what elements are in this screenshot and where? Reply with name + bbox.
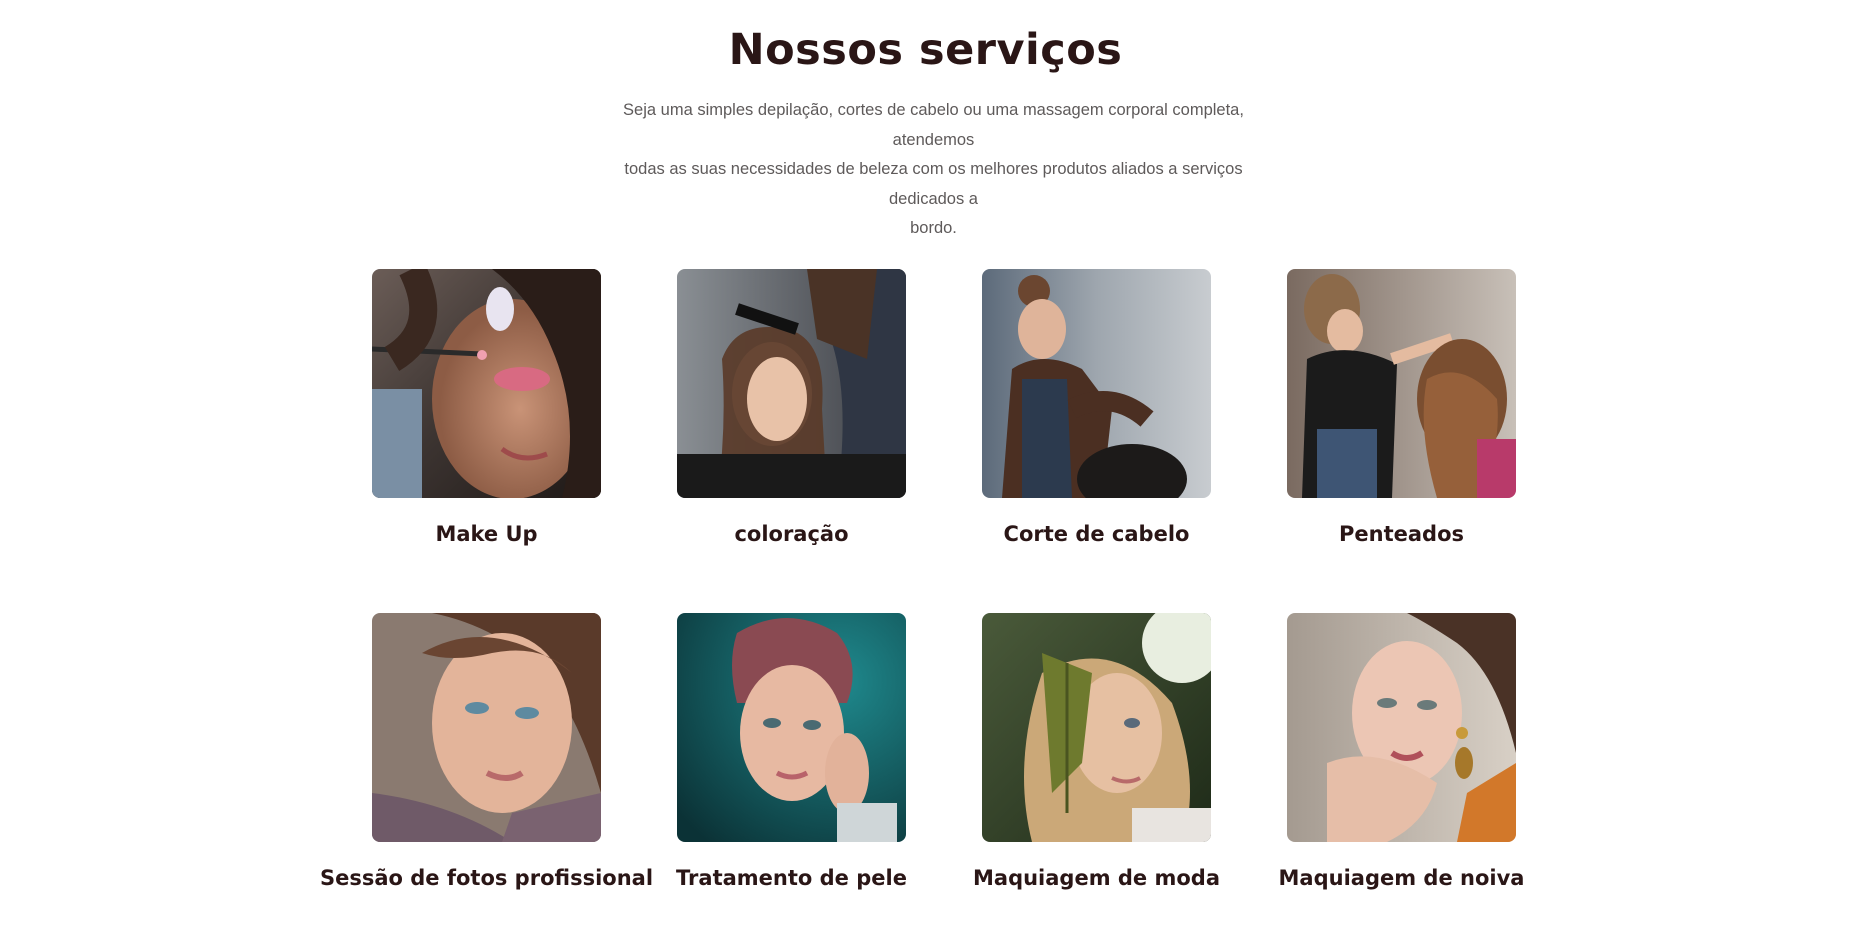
bridal-makeup-photo[interactable] xyxy=(1287,613,1516,842)
service-card-penteados[interactable]: Penteados xyxy=(1287,269,1597,569)
service-label: coloração xyxy=(734,522,849,546)
fashion-makeup-photo[interactable] xyxy=(982,613,1211,842)
skincare-photo[interactable] xyxy=(677,613,906,842)
haircut-photo[interactable] xyxy=(982,269,1211,498)
service-label: Corte de cabelo xyxy=(1003,522,1190,546)
hairstyling-photo[interactable] xyxy=(1287,269,1516,498)
service-card-maquiagem-de-noiva[interactable]: Maquiagem de noiva xyxy=(1279,613,1597,913)
services-grid: Make Up coloração Corte de cabelo Pentea… xyxy=(0,0,1851,950)
makeup-photo[interactable] xyxy=(372,269,601,498)
service-label: Penteados xyxy=(1339,522,1464,546)
service-label: Sessão de fotos profissional xyxy=(319,866,654,890)
service-label: Tratamento de pele xyxy=(676,866,907,890)
hair-coloring-photo[interactable] xyxy=(677,269,906,498)
service-label: Maquiagem de noiva xyxy=(1278,866,1525,890)
photoshoot-photo[interactable] xyxy=(372,613,601,842)
service-label: Maquiagem de moda xyxy=(973,866,1220,890)
service-label: Make Up xyxy=(435,522,538,546)
services-section: Nossos serviços Seja uma simples depilaç… xyxy=(0,0,1851,950)
